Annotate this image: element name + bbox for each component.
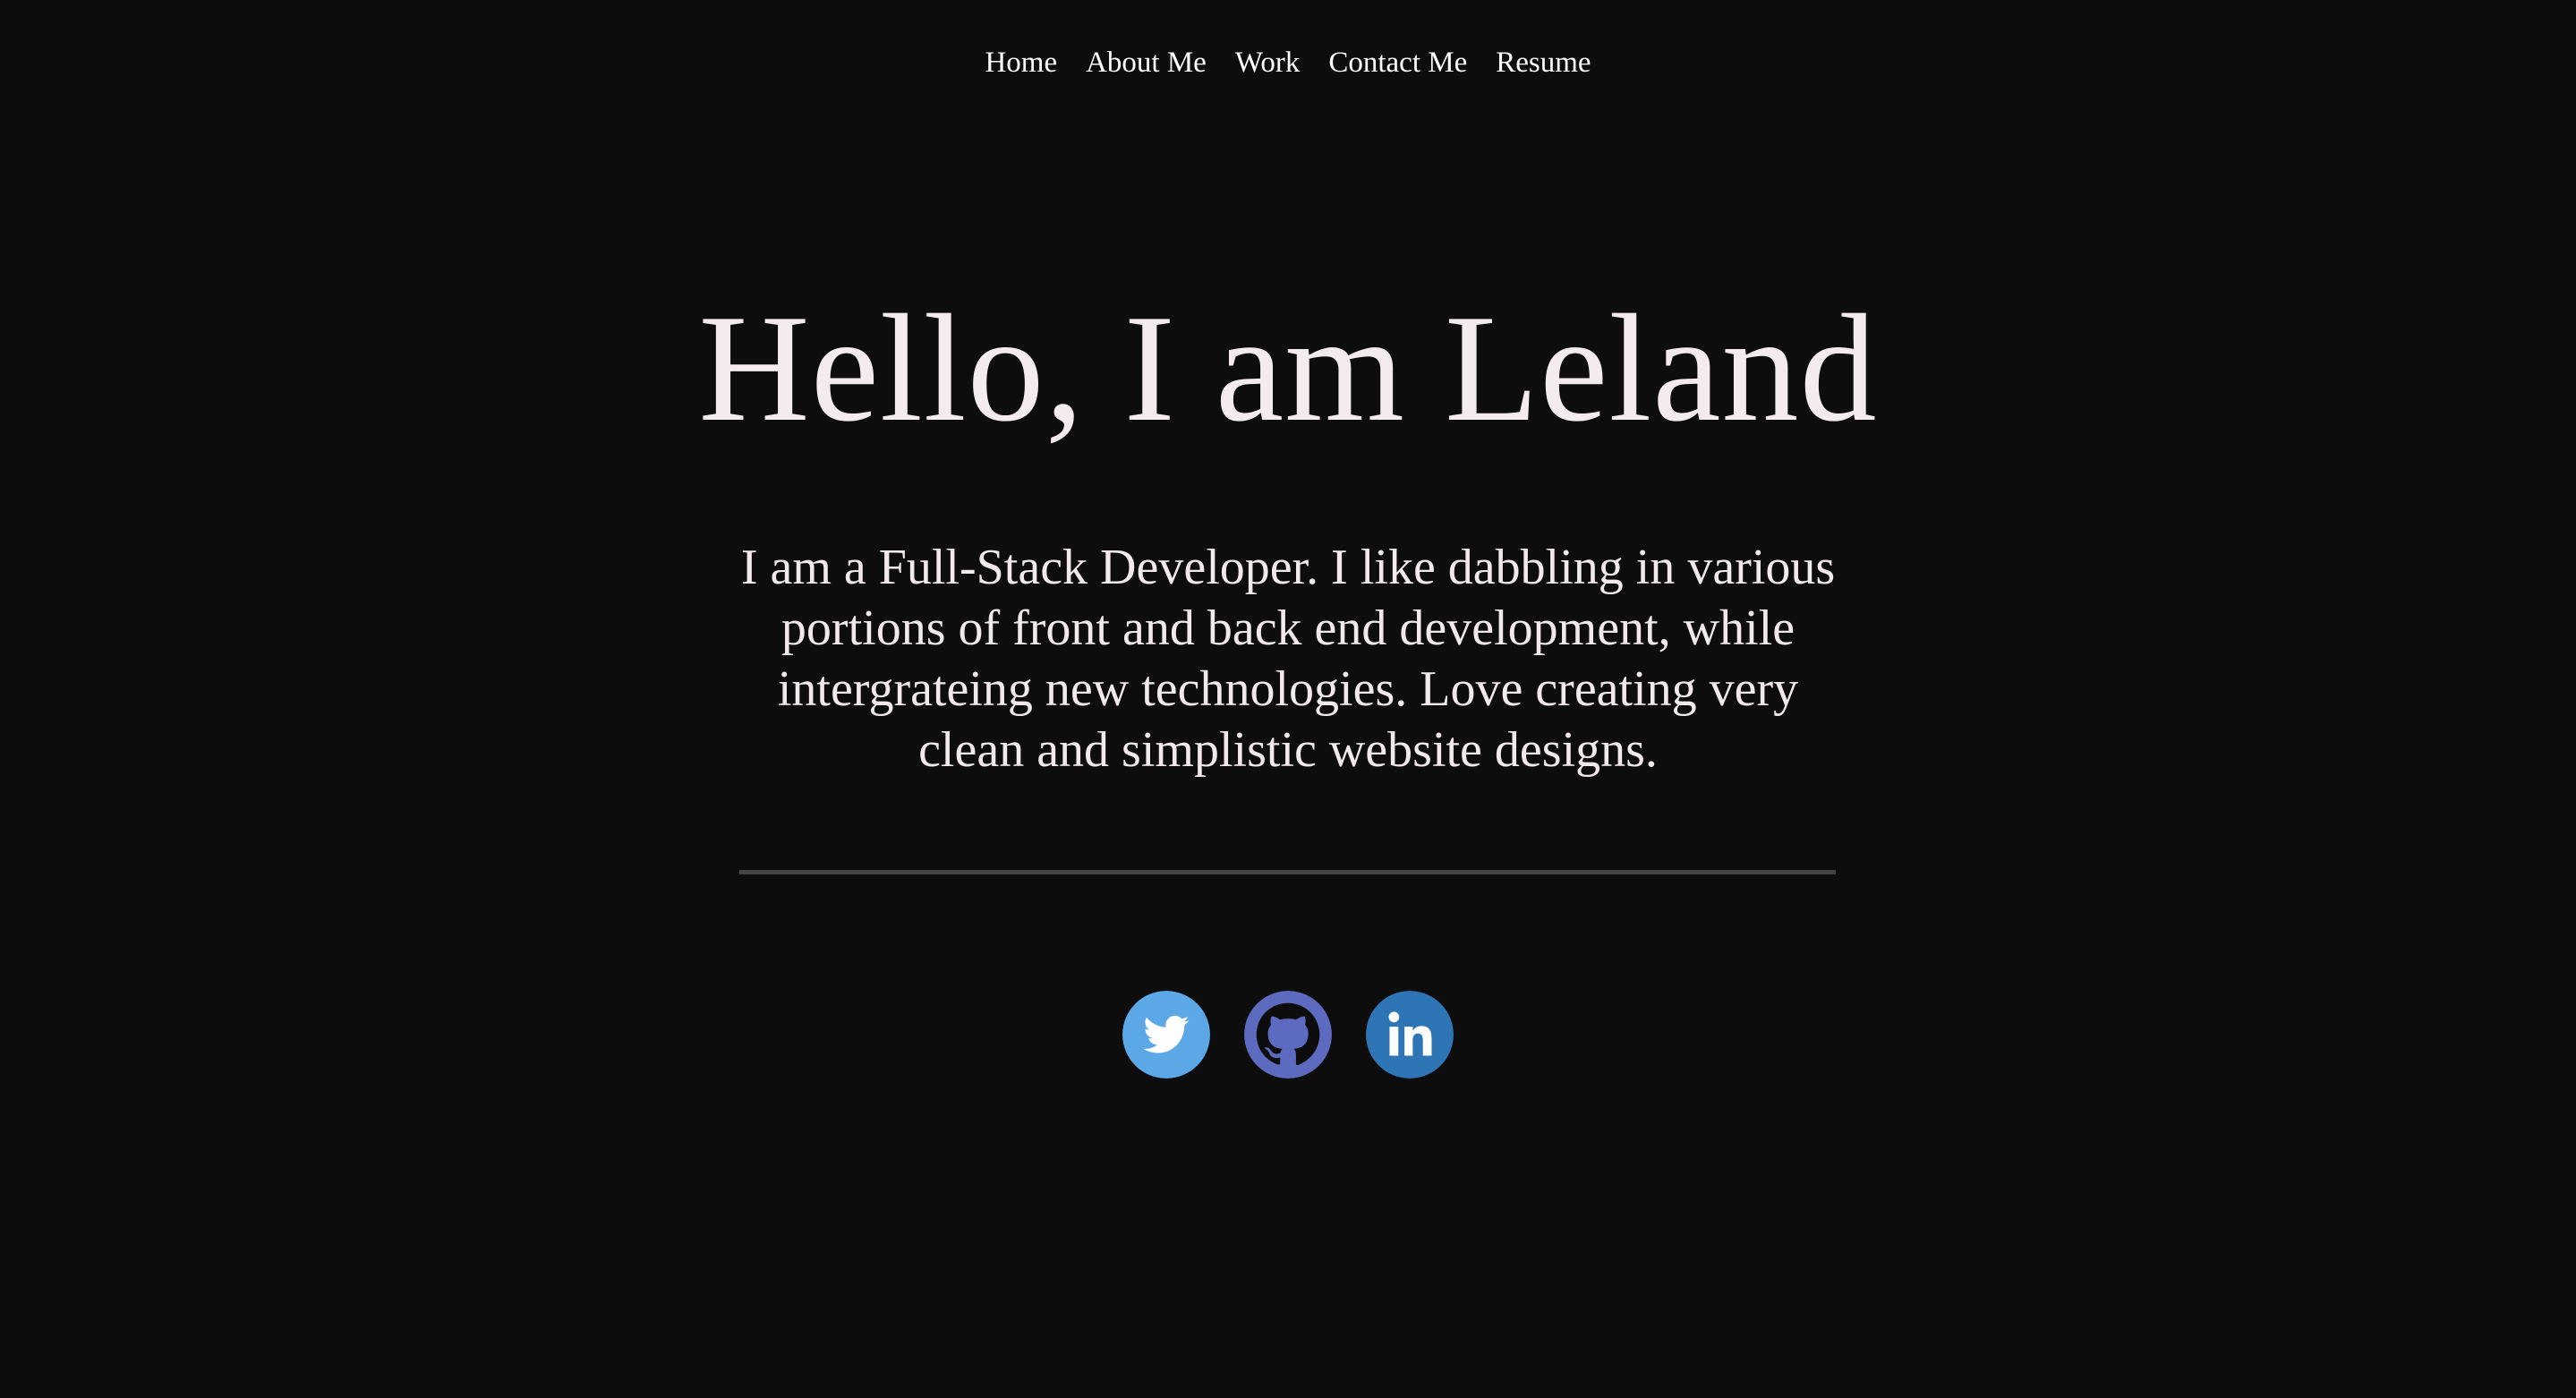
github-icon [1244,991,1332,1078]
nav-link-home[interactable]: Home [970,39,1071,86]
twitter-link[interactable] [1122,991,1210,1078]
section-divider [739,870,1836,874]
nav-link-resume[interactable]: Resume [1481,39,1605,86]
nav-link-work[interactable]: Work [1221,39,1315,86]
nav-link-contact-me[interactable]: Contact Me [1314,39,1481,86]
linkedin-link[interactable] [1366,991,1454,1078]
social-links [0,991,2576,1078]
nav-link-about-me[interactable]: About Me [1071,39,1221,86]
linkedin-icon [1366,991,1454,1078]
github-link[interactable] [1244,991,1332,1078]
twitter-icon [1122,991,1210,1078]
top-nav: Home About Me Work Contact Me Resume [0,39,2576,86]
hero-title: Hello, I am Leland [698,284,1878,454]
intro-paragraph: I am a Full-Stack Developer. I like dabb… [740,540,1836,778]
